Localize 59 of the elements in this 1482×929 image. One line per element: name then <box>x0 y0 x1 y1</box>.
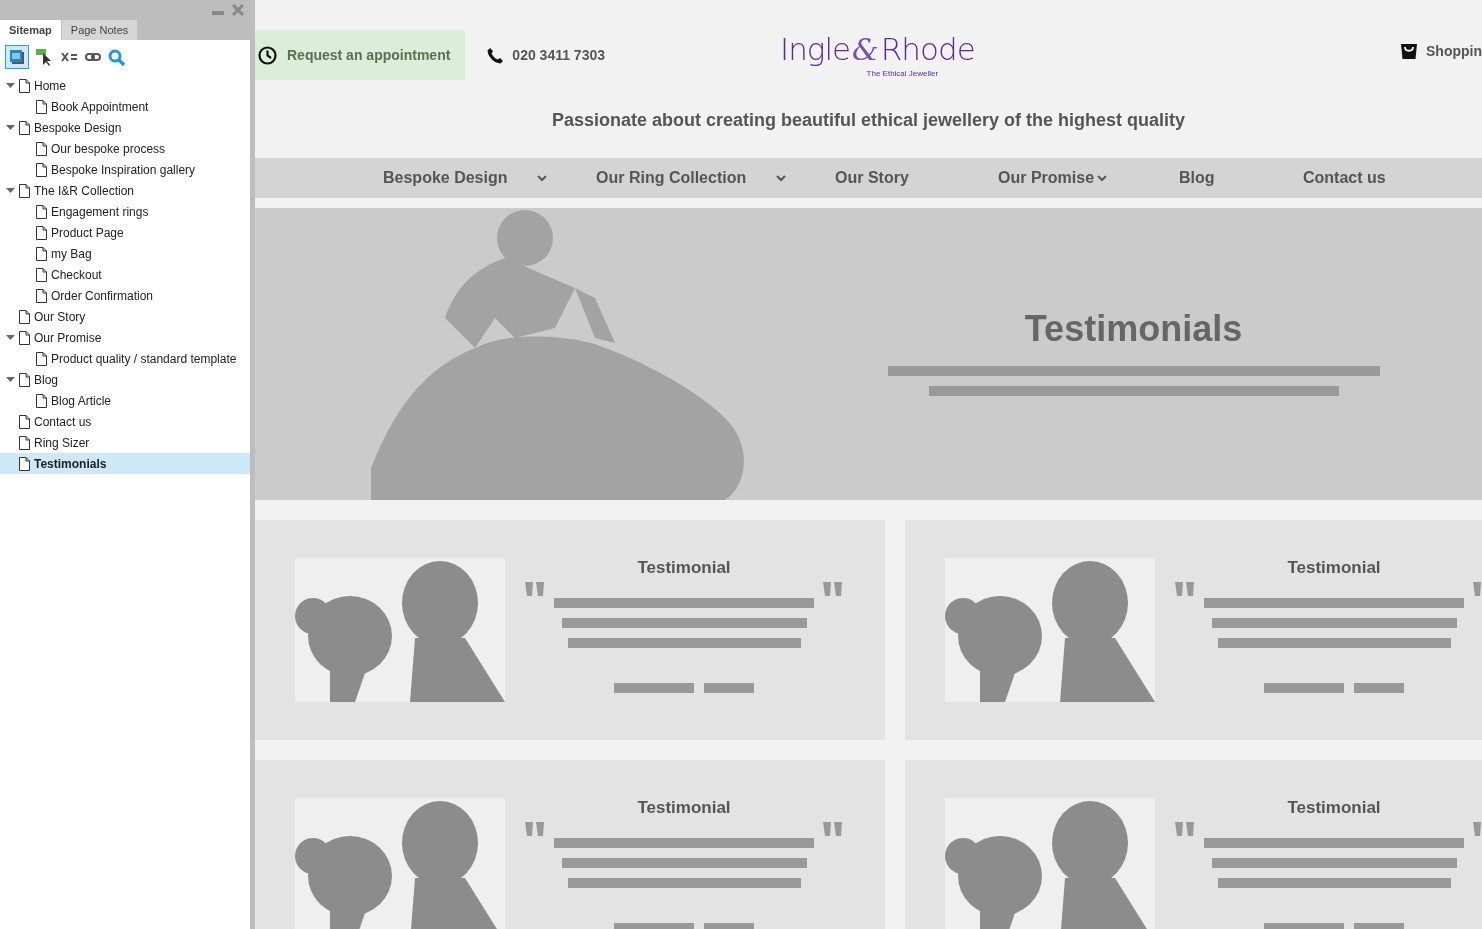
sitemap-item[interactable]: Order Confirmation <box>0 285 250 306</box>
sitemap-item[interactable]: my Bag <box>0 243 250 264</box>
testimonial-title: Testimonial <box>637 798 731 818</box>
sitemap-item[interactable]: Checkout <box>0 264 250 285</box>
page-label: Our Promise <box>34 330 102 345</box>
nav-link[interactable]: Our Story <box>835 169 998 187</box>
hero-title: Testimonials <box>1024 308 1243 350</box>
sitemap-item[interactable]: Ring Sizer <box>0 432 250 453</box>
cart-link[interactable]: Shoppin <box>1426 43 1482 59</box>
sitemap-item[interactable]: Product Page <box>0 222 250 243</box>
page-label: my Bag <box>51 246 92 261</box>
sitemap-item[interactable]: Blog <box>0 369 250 390</box>
sitemap-item[interactable]: Our Promise <box>0 327 250 348</box>
page-label: Bespoke Inspiration gallery <box>51 162 196 177</box>
page-label: Order Confirmation <box>51 288 154 303</box>
sitemap-item[interactable]: Product quality / standard template <box>0 348 250 369</box>
page-label: Checkout <box>51 267 102 282</box>
page-label: Ring Sizer <box>34 435 90 450</box>
nav-link[interactable]: Contact us <box>1303 169 1386 187</box>
sitemap-item[interactable]: Home <box>0 75 250 96</box>
page-label: Contact us <box>34 414 92 429</box>
page-label: Our Story <box>34 309 86 324</box>
phone-number[interactable]: 020 3411 7303 <box>512 47 605 63</box>
sitemap-item[interactable]: Blog Article <box>0 390 250 411</box>
logo-ampersand: & <box>852 31 879 69</box>
page-label: Our bespoke process <box>51 141 166 156</box>
sitemap-item[interactable]: Contact us <box>0 411 250 432</box>
sidebar-tab[interactable]: Sitemap <box>0 20 61 40</box>
page-label: Product quality / standard template <box>51 351 237 366</box>
page-label: The I&R Collection <box>34 183 135 198</box>
appointment-button[interactable]: Request an appointment <box>255 30 466 80</box>
page-label: Product Page <box>51 225 124 240</box>
page-label: Blog Article <box>51 393 112 408</box>
nav-link[interactable]: Our Ring Collection <box>596 169 835 187</box>
page-label: Engagement rings <box>51 204 149 219</box>
sitemap-item[interactable]: Engagement rings <box>0 201 250 222</box>
sidebar-tab[interactable]: Page Notes <box>61 20 138 40</box>
sitemap-item[interactable]: Our Story <box>0 306 250 327</box>
sitemap-item[interactable]: Bespoke Inspiration gallery <box>0 159 250 180</box>
page-label: Home <box>34 78 66 93</box>
tagline: Passionate about creating beautiful ethical jewellery of the highest quality <box>550 110 1187 132</box>
sitemap-item[interactable]: Bespoke Design <box>0 117 250 138</box>
sitemap-item[interactable]: The I&R Collection <box>0 180 250 201</box>
logo-text: Rhode <box>880 30 975 68</box>
testimonial-title: Testimonial <box>1287 558 1381 578</box>
sitemap-item[interactable]: Testimonials <box>0 453 250 474</box>
sitemap-item[interactable]: Book Appointment <box>0 96 250 117</box>
nav-link[interactable]: Blog <box>1179 169 1303 187</box>
page-label: Blog <box>34 372 59 387</box>
nav-link[interactable]: Our Promise <box>998 169 1179 187</box>
testimonial-title: Testimonial <box>637 558 731 578</box>
page-label: Book Appointment <box>51 99 149 114</box>
page-label: Bespoke Design <box>34 120 122 135</box>
testimonial-title: Testimonial <box>1287 798 1381 818</box>
logo-text: Ingle <box>780 30 851 68</box>
sitemap-item[interactable]: Our bespoke process <box>0 138 250 159</box>
nav-link[interactable]: Bespoke Design <box>383 169 596 187</box>
page-label: Testimonials <box>34 456 107 471</box>
logo-tagline: The Ethical Jeweller <box>866 69 939 78</box>
